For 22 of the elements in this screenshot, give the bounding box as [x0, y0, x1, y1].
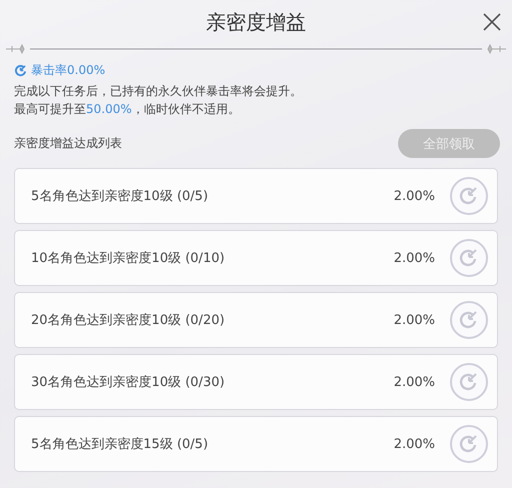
- task-text: 5名角色达到亲密度15级 (0/5): [31, 436, 210, 453]
- bonus-value: 2.00%: [394, 312, 435, 328]
- claim-target-icon[interactable]: [449, 424, 489, 464]
- task-text: 5名角色达到亲密度10级 (0/5): [31, 188, 210, 205]
- claim-target-icon[interactable]: [449, 238, 489, 278]
- bonus-value: 2.00%: [394, 374, 435, 390]
- description-text: 完成以下任务后，已持有的永久伙伴暴击率将会提升。: [13, 83, 303, 99]
- list-title: 亲密度增益达成列表: [14, 135, 122, 152]
- task-text: 10名角色达到亲密度10级 (0/10): [31, 250, 226, 267]
- bonus-value: 2.00%: [394, 250, 435, 266]
- task-text: 20名角色达到亲密度10级 (0/20): [31, 312, 226, 329]
- bonus-value: 2.00%: [394, 436, 435, 452]
- bonus-value: 2.00%: [394, 188, 435, 204]
- claim-target-icon[interactable]: [449, 176, 489, 216]
- claim-target-icon[interactable]: [449, 300, 489, 340]
- claim-target-icon[interactable]: [449, 362, 489, 402]
- close-icon[interactable]: [482, 12, 502, 32]
- task-text: 30名角色达到亲密度10级 (0/30): [31, 374, 226, 391]
- crit-icon: [14, 64, 27, 77]
- description-text: 最高可提升至50.00%，临时伙伴不适用。: [13, 101, 241, 117]
- crit-rate-label: 暴击率0.00%: [31, 62, 106, 79]
- dialog-title: 亲密度增益: [206, 8, 306, 36]
